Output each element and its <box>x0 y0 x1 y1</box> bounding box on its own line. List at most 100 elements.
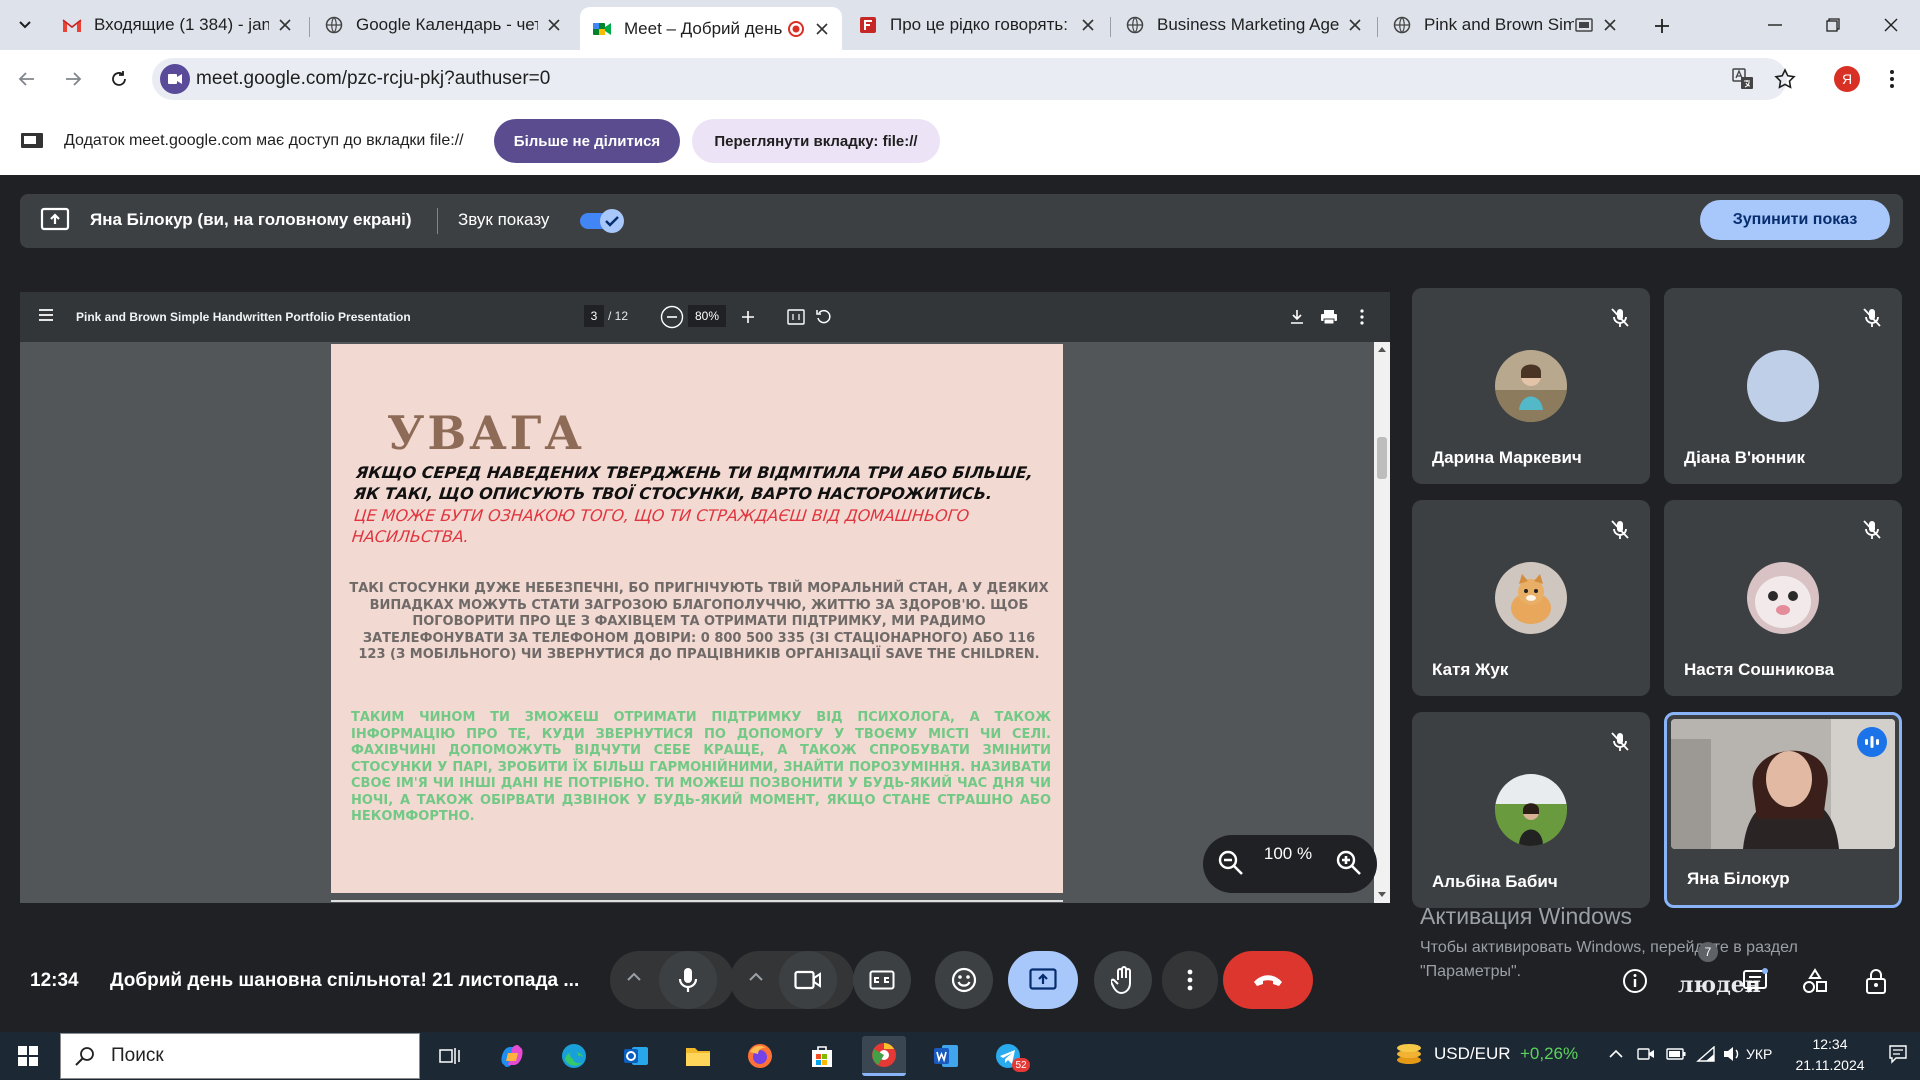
chat-button[interactable] <box>1740 966 1770 996</box>
taskbar-search[interactable]: Поиск <box>60 1033 420 1079</box>
forward-button[interactable] <box>58 64 88 94</box>
firefox-app[interactable] <box>738 1036 782 1076</box>
meet-tray-icon[interactable] <box>1636 1044 1656 1064</box>
leave-call-button[interactable] <box>1223 951 1313 1009</box>
more-options-button[interactable] <box>1162 951 1218 1009</box>
chevron-up-icon <box>627 972 641 981</box>
participant-tile[interactable]: Катя Жук <box>1412 500 1650 696</box>
audio-settings-chevron[interactable] <box>626 972 642 982</box>
address-bar[interactable]: meet.google.com/pzc-rcju-pkj?authuser=0 <box>152 58 1796 100</box>
translate-icon[interactable] <box>1732 68 1754 90</box>
notifications-button[interactable] <box>1888 1044 1908 1064</box>
present-now-button[interactable] <box>1008 951 1078 1009</box>
scroll-down-arrow[interactable] <box>1378 892 1386 898</box>
currency-widget-icon[interactable] <box>1394 1040 1424 1066</box>
meeting-details-button[interactable] <box>1620 966 1650 996</box>
info-icon <box>1623 969 1647 993</box>
zoom-out-icon[interactable] <box>1217 849 1245 877</box>
participant-tile-active[interactable]: Яна Білокур <box>1664 712 1902 908</box>
rotate-button[interactable] <box>812 305 836 329</box>
new-tab-button[interactable] <box>1650 14 1674 38</box>
camera-button[interactable] <box>779 951 837 1009</box>
view-tab-button[interactable]: Переглянути вкладку: file:// <box>692 119 940 163</box>
tab-pink-brown[interactable]: Pink and Brown Simple <box>1380 7 1630 43</box>
close-icon[interactable] <box>812 19 832 39</box>
windows-start-button[interactable] <box>18 1046 38 1066</box>
download-button[interactable] <box>1285 305 1309 329</box>
taskbar-clock[interactable]: 12:34 21.11.2024 <box>1785 1034 1875 1076</box>
store-app[interactable] <box>800 1036 844 1076</box>
close-icon[interactable] <box>544 15 564 35</box>
profile-avatar[interactable]: Я <box>1834 66 1860 92</box>
windows-logo-icon <box>18 1046 38 1066</box>
fit-page-button[interactable] <box>784 305 808 329</box>
host-controls-button[interactable] <box>1862 966 1892 996</box>
participant-tile[interactable]: Альбіна Бабич <box>1412 712 1650 908</box>
presenter-name: Яна Білокур (ви, на головному екрані) <box>90 210 412 229</box>
download-icon <box>1291 310 1303 324</box>
tab-search-button[interactable] <box>10 10 40 40</box>
tray-overflow-button[interactable] <box>1606 1044 1626 1064</box>
notification-icon <box>1889 1045 1907 1064</box>
stop-sharing-button[interactable]: Більше не ділитися <box>494 119 680 163</box>
meeting-title[interactable]: Добрий день шановна спільнота! 21 листоп… <box>110 970 579 992</box>
yandex-browser-app[interactable] <box>862 1036 906 1076</box>
close-icon[interactable] <box>275 15 295 35</box>
copilot-app[interactable] <box>490 1036 534 1076</box>
minus-circle-icon <box>660 305 684 329</box>
outlook-icon <box>624 1047 648 1065</box>
battery-icon[interactable] <box>1666 1044 1686 1064</box>
file-explorer-app[interactable] <box>676 1036 720 1076</box>
input-language[interactable]: УКР <box>1746 1046 1772 1062</box>
scroll-up-arrow[interactable] <box>1378 346 1386 352</box>
back-button[interactable] <box>12 64 42 94</box>
close-icon[interactable] <box>1600 15 1620 35</box>
activities-button[interactable] <box>1800 966 1830 996</box>
close-icon[interactable] <box>1078 15 1098 35</box>
stop-presenting-button[interactable]: Зупинити показ <box>1700 200 1890 240</box>
outlook-app[interactable] <box>614 1036 658 1076</box>
site-info-icon[interactable] <box>160 64 190 94</box>
close-icon[interactable] <box>1345 15 1365 35</box>
wifi-icon[interactable] <box>1696 1044 1716 1064</box>
edge-app[interactable] <box>552 1036 596 1076</box>
minimize-button[interactable] <box>1746 0 1804 50</box>
pdf-more-button[interactable] <box>1350 305 1374 329</box>
participant-tile[interactable]: Настя Сошникова <box>1664 500 1902 696</box>
menu-icon[interactable] <box>38 308 54 322</box>
currency-ticker[interactable]: USD/EUR <box>1434 1044 1511 1064</box>
zoom-in-icon[interactable] <box>1335 849 1363 877</box>
tab-gmail[interactable]: Входящие (1 384) - janabil <box>50 7 305 43</box>
tab-meet[interactable]: Meet – Добрий день ш <box>580 7 842 50</box>
plus-icon <box>1655 19 1669 33</box>
presentation-sound-toggle[interactable] <box>580 208 626 234</box>
tab-calendar[interactable]: Google Календарь - четве <box>312 7 574 43</box>
word-app[interactable] <box>924 1036 968 1076</box>
volume-icon[interactable] <box>1722 1044 1742 1064</box>
page-number-input[interactable]: 3 <box>584 305 604 327</box>
raise-hand-button[interactable] <box>1094 951 1152 1009</box>
zoom-in-button[interactable] <box>736 305 760 329</box>
participant-tile[interactable]: Дарина Маркевич <box>1412 288 1650 484</box>
captions-button[interactable] <box>853 951 911 1009</box>
bookmark-star-icon[interactable] <box>1774 68 1796 90</box>
tab-flipbook[interactable]: Про це рідко говорять: як <box>846 7 1108 43</box>
scrollbar-thumb[interactable] <box>1377 437 1387 479</box>
participant-tile[interactable]: Діана В'юнник <box>1664 288 1902 484</box>
tab-business-marketing[interactable]: Business Marketing Agency <box>1113 7 1375 43</box>
video-settings-chevron[interactable] <box>748 972 764 982</box>
close-window-button[interactable] <box>1862 0 1920 50</box>
url-text[interactable]: meet.google.com/pzc-rcju-pkj?authuser=0 <box>196 68 550 90</box>
reload-button[interactable] <box>104 64 134 94</box>
browser-menu-button[interactable] <box>1877 64 1907 94</box>
reactions-button[interactable] <box>935 951 993 1009</box>
restore-button[interactable] <box>1804 0 1862 50</box>
zoom-input[interactable]: 80% <box>688 305 726 327</box>
microphone-button[interactable] <box>659 951 717 1009</box>
zoom-out-button[interactable] <box>660 305 684 329</box>
task-view-button[interactable] <box>428 1036 472 1076</box>
rotate-icon <box>816 309 831 324</box>
print-button[interactable] <box>1317 305 1341 329</box>
telegram-app[interactable]: 52 <box>986 1036 1030 1076</box>
pdf-scrollbar[interactable] <box>1374 342 1390 903</box>
